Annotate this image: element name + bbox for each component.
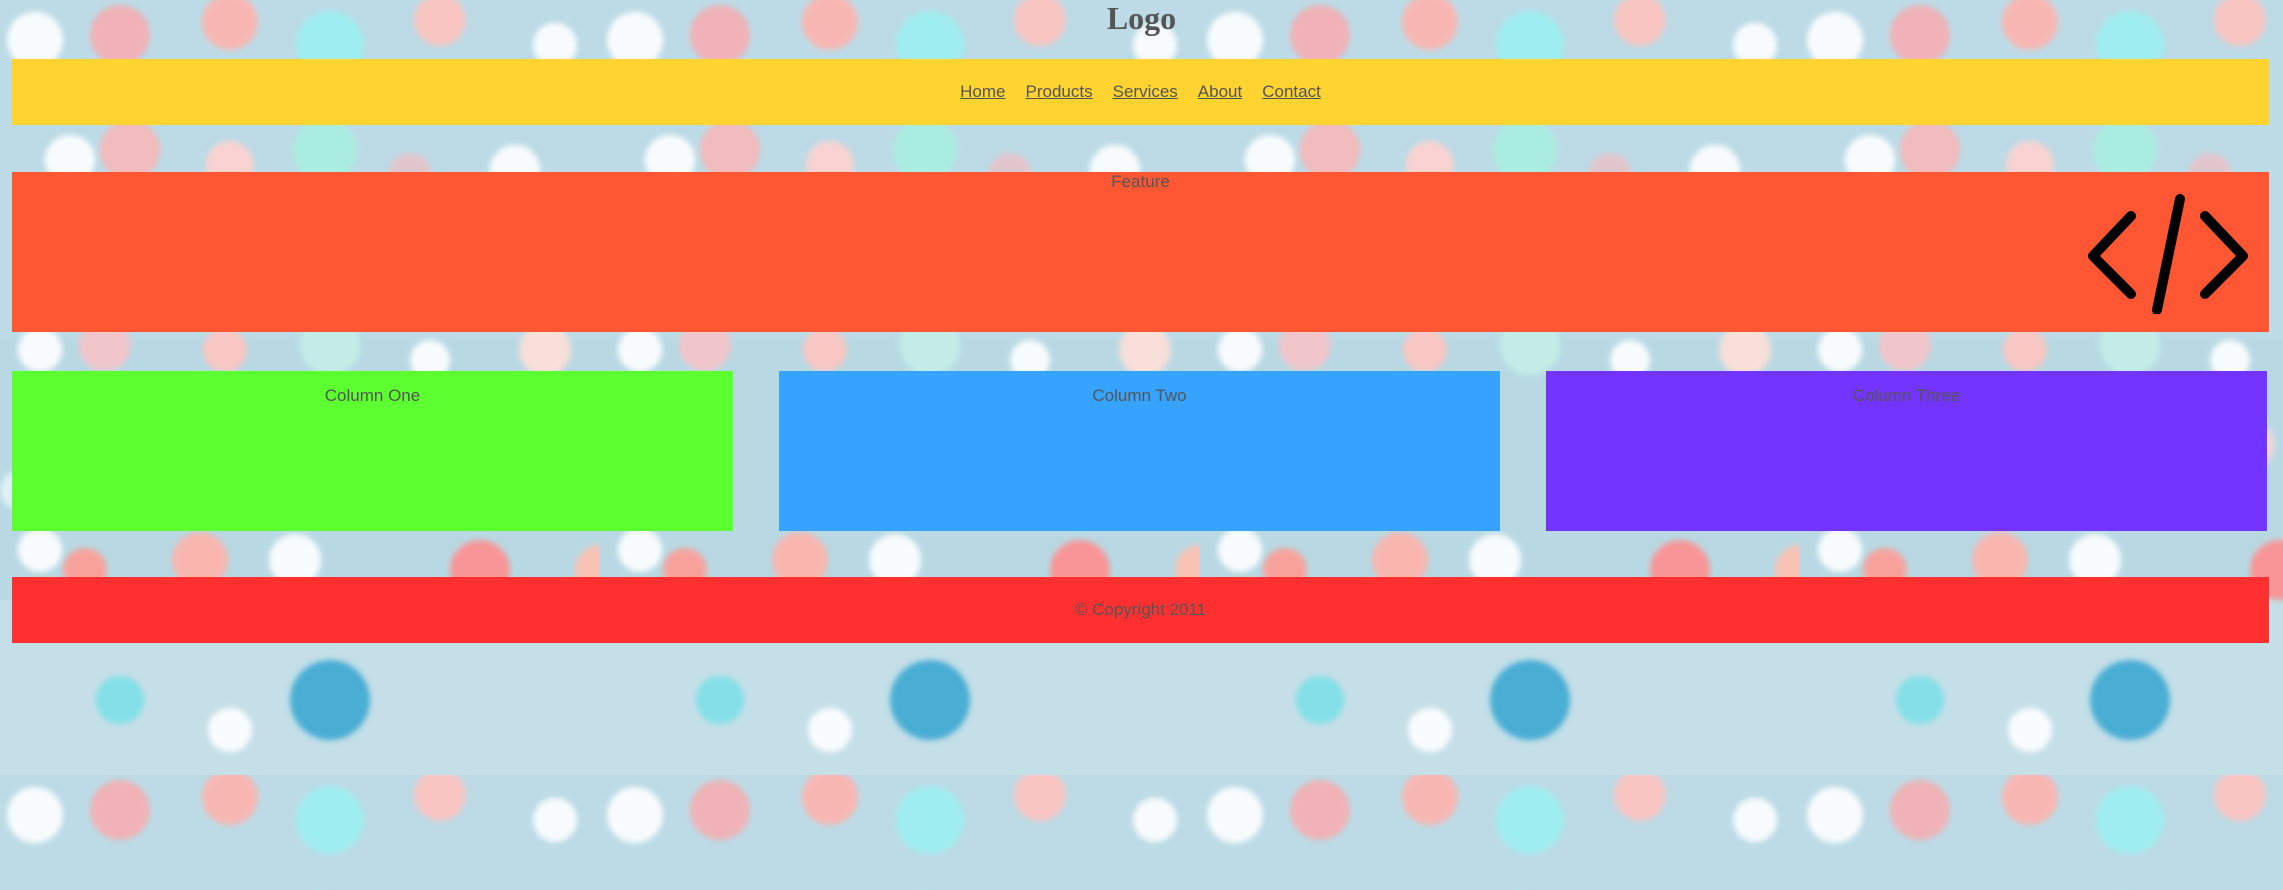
column-three: Column Three (1546, 371, 2267, 531)
column-two: Column Two (779, 371, 1500, 531)
footer: © Copyright 2011 (12, 577, 2269, 643)
column-one-label: Column One (324, 386, 421, 405)
copyright-text: © Copyright 2011 (1074, 600, 1207, 619)
site-logo: Logo (1106, 0, 1177, 36)
nav-products[interactable]: Products (1026, 82, 1093, 102)
nav-home[interactable]: Home (960, 82, 1005, 102)
nav-services[interactable]: Services (1113, 82, 1178, 102)
column-one: Column One (12, 371, 733, 531)
code-icon (2088, 194, 2248, 314)
feature-label: Feature (1111, 172, 1170, 191)
column-two-label: Column Two (1092, 386, 1187, 405)
main-nav: Home Products Services About Contact (12, 59, 2269, 125)
nav-contact[interactable]: Contact (1262, 82, 1321, 102)
feature-section: Feature (12, 172, 2269, 332)
nav-about[interactable]: About (1198, 82, 1242, 102)
column-three-label: Column Three (1852, 386, 1961, 405)
